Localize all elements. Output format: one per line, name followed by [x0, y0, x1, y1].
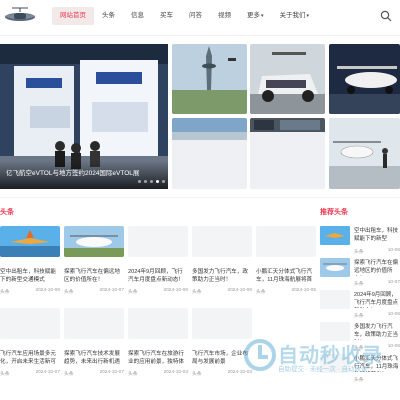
- recommend-text[interactable]: 探索飞行汽车在偏远地区的价值所在！: [354, 259, 400, 276]
- headline-card[interactable]: 飞行汽车市场，企业布局与发展前景 头条 2024-10-03: [192, 308, 252, 377]
- recommend-thumb: [320, 226, 350, 245]
- recommend-item[interactable]: 空中出租车，科技赋能下的新型 头条 10-06: [320, 226, 400, 255]
- recommend-date: 10-07: [387, 280, 400, 285]
- headline-date: 2024-10-06: [227, 288, 252, 293]
- hero-tile-car[interactable]: [250, 44, 325, 114]
- nav-video[interactable]: 视频: [210, 7, 239, 25]
- headline-card[interactable]: 空中出租车，科技赋能下的新型交通模式 头条 2024-10-06: [0, 226, 60, 295]
- hero-caption[interactable]: 亿飞航空eVTOL与地方签约2024国际eVTOL展: [6, 167, 139, 177]
- headline-date: 2024-10-06: [35, 288, 60, 293]
- nav-qa[interactable]: 问答: [181, 7, 210, 25]
- hero-tile-street[interactable]: [250, 118, 325, 189]
- headline-date: 2024-10-07: [99, 288, 124, 293]
- headline-card[interactable]: 小鹏汇天分体式飞行汽车，11月珠海航展将首发！ 头条 2024-10-05: [256, 226, 316, 295]
- slide-dot[interactable]: [144, 180, 147, 183]
- headline-thumb: [192, 308, 252, 339]
- headline-text[interactable]: 多国发力飞行汽车，政策助力正当时！: [192, 268, 252, 284]
- slide-dot[interactable]: [150, 180, 153, 183]
- headlines-title[interactable]: 头条: [0, 207, 14, 217]
- recommend-source: 头条: [354, 378, 364, 383]
- headline-source: 头条: [128, 290, 138, 295]
- hero-tile-flying-car[interactable]: [329, 118, 400, 189]
- nav-more[interactable]: 更多▾: [239, 7, 272, 25]
- section-divider: [0, 197, 400, 198]
- recommend-thumb: [320, 290, 350, 309]
- watermark-logo-icon: [244, 339, 276, 371]
- headline-card[interactable]: 多国发力飞行汽车，政策助力正当时！ 头条 2024-10-06: [192, 226, 252, 295]
- recommend-item[interactable]: 探索飞行汽车在偏远地区的价值所在！ 头条 10-07: [320, 258, 400, 287]
- chevron-down-icon: ▾: [306, 13, 310, 19]
- nav-info[interactable]: 信息: [123, 7, 152, 25]
- headline-text[interactable]: 探索飞行汽车在旅游行业的应用前景，独特体验: [128, 350, 188, 366]
- recommend-date: 10-06: [387, 312, 400, 317]
- headline-text[interactable]: 2024年9月回顾，飞行汽车月度盘点新动态！: [128, 268, 188, 284]
- headline-date: 2024-10-07: [99, 370, 124, 375]
- watermark: 自动秒收录 自助提交 · 未经一次 · 自动收录: [244, 337, 396, 377]
- headline-source: 头条: [256, 290, 266, 295]
- headline-thumb: [192, 226, 252, 257]
- recommend-source: 头条: [354, 250, 364, 255]
- headline-thumb: [128, 308, 188, 339]
- headline-text[interactable]: 飞行汽车应用场景多元化，开启未来生活新可能: [0, 350, 60, 366]
- nav-more-label: 更多: [247, 12, 260, 19]
- chevron-down-icon: ▾: [261, 13, 264, 19]
- headline-source: 头条: [0, 372, 10, 377]
- recommend-item[interactable]: 2024年9月回顾，飞行汽车月度盘点新动态！ 头条 10-06: [320, 290, 400, 319]
- headline-source: 头条: [64, 290, 74, 295]
- hero-tile-road[interactable]: [172, 118, 247, 189]
- slide-dot[interactable]: [162, 180, 165, 183]
- headline-date: 2024-10-07: [35, 370, 60, 375]
- headline-thumb: [256, 226, 316, 257]
- headline-source: 头条: [64, 372, 74, 377]
- headline-thumb: [0, 226, 60, 257]
- headline-date: 2024-10-03: [163, 370, 188, 375]
- top-navigation-bar: 网站首页 头条 信息 买车 问答 视频 更多▾ 关于我们▾: [0, 0, 400, 36]
- headline-card[interactable]: 2024年9月回顾，飞行汽车月度盘点新动态！ 头条 2024-10-06: [128, 226, 188, 295]
- watermark-subtitle: 自助提交 · 未经一次 · 自动收录: [278, 366, 368, 373]
- headline-source: 头条: [128, 372, 138, 377]
- recommend-thumb: [320, 258, 350, 277]
- headline-thumb: [0, 308, 60, 339]
- hero-tile-evtol-display[interactable]: [329, 44, 400, 114]
- nav-about-label: 关于我们: [279, 12, 306, 19]
- headline-thumb: [128, 226, 188, 257]
- headline-text[interactable]: 小鹏汇天分体式飞行汽车，11月珠海航展将首发！: [256, 268, 316, 284]
- recommend-text[interactable]: 空中出租车，科技赋能下的新型: [354, 227, 400, 244]
- headline-text[interactable]: 探索飞行汽车技术发展趋势，未来出行新机遇: [64, 350, 124, 366]
- nav-buy-car[interactable]: 买车: [152, 7, 181, 25]
- hero-slide[interactable]: 亿飞航空eVTOL与地方签约2024国际eVTOL展: [0, 44, 168, 189]
- recommend-date: 10-06: [387, 248, 400, 253]
- headline-thumb: [64, 308, 124, 339]
- headline-card[interactable]: 飞行汽车应用场景多元化，开启未来生活新可能 头条 2024-10-07: [0, 308, 60, 377]
- headline-text[interactable]: 飞行汽车市场，企业布局与发展前景: [192, 350, 252, 366]
- headline-card[interactable]: 探索飞行汽车在旅游行业的应用前景，独特体验 头条 2024-10-03: [128, 308, 188, 377]
- recommend-source: 头条: [354, 314, 364, 319]
- headline-date: 2024-10-06: [163, 288, 188, 293]
- search-icon[interactable]: [380, 9, 392, 22]
- nav-home[interactable]: 网站首页: [52, 7, 94, 25]
- slide-indicators: [138, 180, 165, 183]
- headline-source: 头条: [0, 290, 10, 295]
- headline-text[interactable]: 探索飞行汽车在偏远地区的价值所在！: [64, 268, 124, 284]
- headline-card[interactable]: 探索飞行汽车在偏远地区的价值所在！ 头条 2024-10-07: [64, 226, 124, 295]
- slide-dot-active[interactable]: [156, 180, 159, 183]
- headline-thumb: [64, 226, 124, 257]
- headline-text[interactable]: 空中出租车，科技赋能下的新型交通模式: [0, 268, 60, 284]
- main-nav: 网站首页 头条 信息 买车 问答 视频 更多▾ 关于我们▾: [52, 7, 317, 25]
- nav-headlines[interactable]: 头条: [94, 7, 123, 25]
- site-logo[interactable]: [0, 2, 40, 32]
- hero-tile-tower[interactable]: [172, 44, 247, 114]
- recommend-title[interactable]: 推荐头条: [320, 207, 348, 217]
- hero-section: 亿飞航空eVTOL与地方签约2024国际eVTOL展: [0, 44, 400, 190]
- recommend-text[interactable]: 2024年9月回顾，飞行汽车月度盘点新动态！: [354, 291, 400, 308]
- hero-caption-bar: 亿飞航空eVTOL与地方签约2024国际eVTOL展: [0, 161, 168, 189]
- slide-dot[interactable]: [138, 180, 141, 183]
- headline-card[interactable]: 探索飞行汽车技术发展趋势，未来出行新机遇 头条 2024-10-07: [64, 308, 124, 377]
- recommend-source: 头条: [354, 282, 364, 287]
- headline-date: 2024-10-05: [291, 288, 316, 293]
- nav-about[interactable]: 关于我们▾: [272, 7, 318, 25]
- headline-source: 头条: [192, 372, 202, 377]
- headline-source: 头条: [192, 290, 202, 295]
